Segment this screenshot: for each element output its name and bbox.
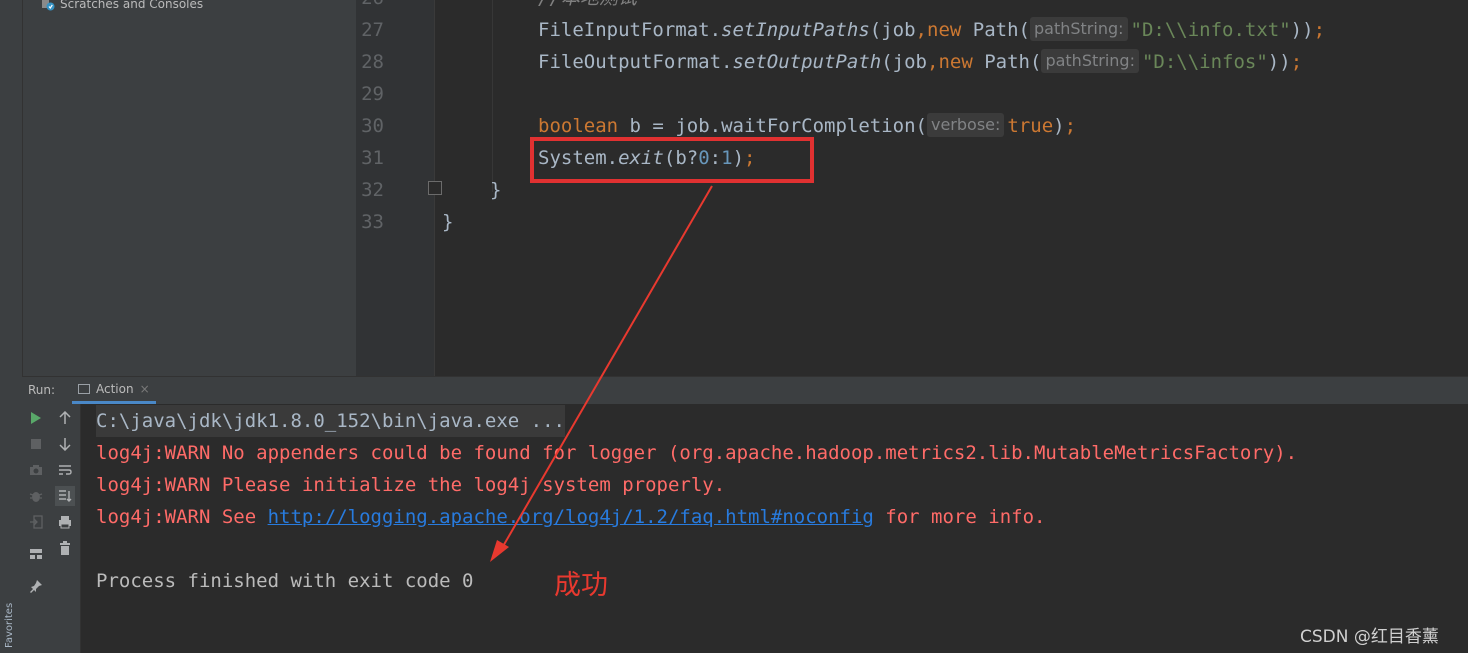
code-statement: FileInputFormat.setInputPaths(job,new Pa… [538, 17, 1326, 41]
left-tool-strip: Favorites [0, 0, 23, 653]
run-tab-label: Action [96, 382, 134, 396]
layout-icon[interactable] [28, 546, 44, 562]
code-editor[interactable]: 26 //本地测试 27 FileInputFormat.setInputPat… [356, 0, 1468, 376]
fold-marker-icon[interactable] [428, 181, 442, 195]
console-icon [78, 384, 90, 394]
scroll-down-icon[interactable] [57, 436, 73, 452]
run-label: Run: [28, 383, 56, 397]
code-line: 32 } [356, 174, 1468, 206]
code-line: 28 FileOutputFormat.setOutputPath(job,ne… [356, 46, 1468, 78]
run-console[interactable]: C:\java\jdk\jdk1.8.0_152\bin\java.exe ..… [81, 404, 1468, 653]
console-warning-line: log4j:WARN See http://logging.apache.org… [96, 506, 1046, 528]
line-number: 30 [361, 115, 384, 137]
param-hint: pathString: [1030, 17, 1128, 41]
print-icon[interactable] [57, 514, 73, 530]
code-statement: FileOutputFormat.setOutputPath(job,new P… [538, 49, 1303, 73]
highlight-box [530, 137, 814, 183]
scratches-icon [41, 0, 55, 11]
close-icon[interactable]: × [140, 382, 150, 396]
watermark: CSDN @红目香薰 [1300, 627, 1439, 647]
code-line: 27 FileInputFormat.setInputPaths(job,new… [356, 14, 1468, 46]
project-panel: Scratches and Consoles [23, 0, 357, 376]
code-brace: } [490, 179, 502, 201]
annotation-label: 成功 [554, 570, 608, 601]
console-warning-line: log4j:WARN Please initialize the log4j s… [96, 474, 726, 496]
scroll-up-icon[interactable] [57, 410, 73, 426]
stop-icon[interactable] [28, 436, 44, 452]
rerun-icon[interactable] [28, 410, 44, 426]
line-number: 29 [361, 83, 384, 105]
line-number: 32 [361, 179, 384, 201]
scroll-to-end-icon[interactable] [55, 486, 75, 506]
code-line: 29 [356, 78, 1468, 110]
line-number: 31 [361, 147, 384, 169]
console-exit-line: Process finished with exit code 0 [96, 570, 474, 592]
code-brace: } [442, 211, 454, 233]
line-number: 28 [361, 51, 384, 73]
camera-icon[interactable] [28, 462, 44, 478]
line-number: 33 [361, 211, 384, 233]
run-toolbar-secondary [50, 404, 81, 653]
run-panel-header: Run: Action × [22, 376, 1468, 405]
trash-icon[interactable] [57, 540, 73, 556]
code-line: 31 System.exit(b?0:1); [356, 142, 1468, 174]
param-hint: verbose: [926, 113, 1005, 137]
debug-icon[interactable] [28, 488, 44, 504]
console-command-line: C:\java\jdk\jdk1.8.0_152\bin\java.exe ..… [96, 405, 565, 437]
pin-icon[interactable] [28, 578, 44, 594]
code-line: 33 } [356, 206, 1468, 238]
run-tab-action[interactable]: Action × [72, 377, 156, 404]
scratches-label: Scratches and Consoles [60, 0, 204, 11]
console-warning-line: log4j:WARN No appenders could be found f… [96, 442, 1298, 464]
exit-icon[interactable] [28, 514, 44, 530]
line-number: 26 [356, 0, 384, 14]
favorites-tab[interactable]: Favorites [4, 603, 15, 648]
param-hint: pathString: [1041, 49, 1139, 73]
noconfig-link[interactable]: http://logging.apache.org/log4j/1.2/faq.… [268, 506, 874, 528]
code-line: 30 boolean b = job.waitForCompletion(ver… [356, 110, 1468, 142]
code-line: 26 //本地测试 [356, 0, 1468, 14]
code-comment: //本地测试 [538, 0, 637, 14]
run-toolbar-primary [22, 404, 50, 653]
scratches-and-consoles-item[interactable]: Scratches and Consoles [41, 0, 203, 13]
line-number: 27 [361, 19, 384, 41]
soft-wrap-icon[interactable] [57, 462, 73, 478]
